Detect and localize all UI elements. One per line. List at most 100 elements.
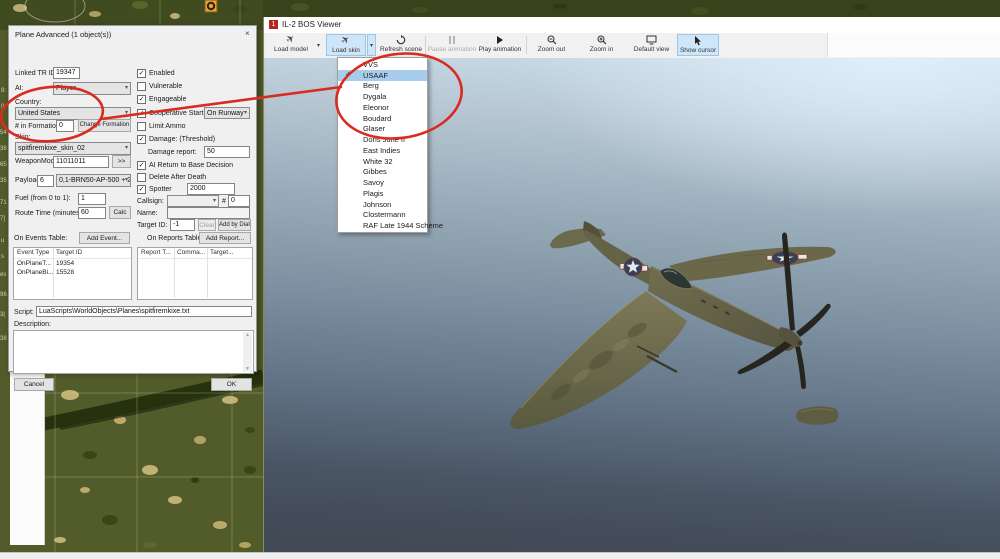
menu-item[interactable]: Glaser [338,124,427,135]
menu-item[interactable]: RAF Late 1944 Scheme [338,220,427,231]
checkbox[interactable]: ✓ [137,185,146,194]
zoom-in-button[interactable]: Zoom in [579,34,624,56]
checkbox[interactable]: ✓ [137,135,146,144]
default-view-button[interactable]: Default view [629,34,674,56]
damage-threshold-checkbox[interactable]: ✓Damage: (Threshold) [137,135,215,144]
callsign-hash-label: # [222,198,226,205]
plane-icon: ✈ [285,33,298,46]
zoom-out-button[interactable]: Zoom out [529,34,574,56]
load-model-button[interactable]: ✈ Load model [268,34,314,56]
cooperative-start-select[interactable]: On Runway [204,107,250,119]
reports-table-label: On Reports Table: [147,235,203,242]
weaponmods-input[interactable]: 11011011 [53,156,109,168]
menu-item[interactable]: VVS [338,59,427,70]
name-label: Name: [137,210,158,217]
callsign-number-input[interactable]: 0 [228,195,250,207]
change-formation-button[interactable]: Change Formation [78,119,131,132]
script-label: Script: [14,309,34,316]
waypoint-icon[interactable] [205,0,217,12]
show-cursor-button[interactable]: Show cursor [677,34,719,56]
enabled-checkbox[interactable]: ✓Enabled [137,69,175,78]
fuel-input[interactable]: 1 [78,193,106,205]
damage-report-label: Damage report: [148,149,197,156]
cancel-button[interactable]: Cancel [14,378,54,391]
menu-item[interactable]: Eleonor [338,102,427,113]
scrollbar[interactable]: ▲▼ [243,332,252,372]
zoom-in-icon [597,35,607,45]
calc-button[interactable]: Calc [109,206,131,219]
events-table[interactable]: Event Type Target ID OnPlaneT... 19354 O… [13,247,132,300]
target-id-label: Target ID: [137,222,167,229]
limit-ammo-checkbox[interactable]: Limit Ammo [137,122,186,131]
scroll-down-icon[interactable]: ▼ [245,366,250,372]
table-cell: OnPlaneT... [17,260,51,267]
menu-item[interactable]: Dygala [338,91,427,102]
cursor-icon [694,36,702,46]
spotter-input[interactable]: 2000 [187,183,235,195]
pause-animation-button[interactable]: Pause animation [428,34,476,56]
checkbox[interactable] [137,173,146,182]
refresh-scene-button[interactable]: Refresh scene [379,34,423,56]
spotter-checkbox[interactable]: ✓Spotter [137,185,172,194]
menu-item[interactable]: White 32 [338,156,427,167]
engageable-checkbox[interactable]: ✓Engageable [137,95,186,104]
menu-item[interactable]: Clostermann [338,210,427,221]
checkbox[interactable] [137,122,146,131]
checkbox[interactable]: ✓ [137,161,146,170]
cooperative-start-checkbox[interactable]: ✓Cooperative Start [137,109,203,118]
editor-side-panel [10,370,45,545]
menu-item[interactable]: Savoy [338,177,427,188]
scroll-up-icon[interactable]: ▲ [245,332,250,338]
damage-report-input[interactable]: 50 [204,146,250,158]
weaponmods-expand-button[interactable]: >> [112,155,131,168]
load-skin-dropdown-arrow[interactable]: ▾ [367,34,376,56]
load-model-dropdown-arrow[interactable]: ▾ [314,34,323,56]
ai-select[interactable]: Player [53,82,131,95]
monitor-icon [646,35,657,45]
vulnerable-checkbox[interactable]: Vulnerable [137,82,182,91]
viewer-toolbar: ✈ Load model ▾ ✈ Load skin ▾ Refresh sce… [264,33,1000,59]
reports-table[interactable]: Report T... Comma... Target... [137,247,253,300]
checkbox[interactable] [137,82,146,91]
menu-item[interactable]: East Indies [338,145,427,156]
play-animation-button[interactable]: Play animation [476,34,524,56]
add-report-button[interactable]: Add Report... [199,232,251,244]
linked-tr-id-input[interactable]: 19347 [53,67,80,79]
script-input[interactable]: LuaScripts\WorldObjects\Planes\spitfirem… [36,306,252,317]
formation-label: # in Formation: [15,123,62,130]
target-id-input[interactable]: -1 [170,219,195,231]
name-input[interactable] [167,207,250,219]
ai-return-checkbox[interactable]: ✓AI Return to Base Decision [137,161,233,170]
dialog-title: Plane Advanced (1 object(s)) [15,30,111,39]
callsign-select[interactable] [167,195,219,207]
menu-item[interactable]: Berg [338,81,427,92]
menu-item[interactable]: Plagis [338,188,427,199]
ok-button[interactable]: OK [211,378,252,391]
payload-select[interactable]: 0,1-BRN50-AP-500 + 2, [56,174,131,187]
description-textarea[interactable]: ▲▼ [13,330,254,374]
menu-item[interactable]: Doris June II [338,134,427,145]
table-cell: 19354 [56,260,74,267]
play-icon [496,35,504,45]
route-time-input[interactable]: 60 [78,207,106,219]
clear-button[interactable]: Clear [198,219,216,231]
skin-select[interactable]: spitfiremkixe_skin_02 [15,142,131,155]
checkbox[interactable]: ✓ [137,95,146,104]
viewer-title-bar[interactable]: 1 IL-2 BOS Viewer [264,17,1000,34]
add-event-button[interactable]: Add Event... [79,232,130,244]
app-icon: 1 [269,20,278,29]
delete-after-death-checkbox[interactable]: Delete After Death [137,173,206,182]
checkbox[interactable]: ✓ [137,69,146,78]
close-icon[interactable]: × [245,29,250,38]
menu-item-selected[interactable]: ✓USAAF [338,70,427,81]
formation-input[interactable]: 0 [56,120,74,132]
menu-item[interactable]: Johnson [338,199,427,210]
payload-input[interactable]: 6 [37,175,54,187]
menu-item[interactable]: Gibbes [338,167,427,178]
menu-item[interactable]: Boudard [338,113,427,124]
load-skin-button[interactable]: ✈ Load skin [326,34,366,56]
table-cell: 15528 [56,269,74,276]
checkbox[interactable]: ✓ [137,109,146,118]
add-by-dialog-button[interactable]: Add by Dialog [218,219,251,231]
zoom-out-icon [547,35,557,45]
